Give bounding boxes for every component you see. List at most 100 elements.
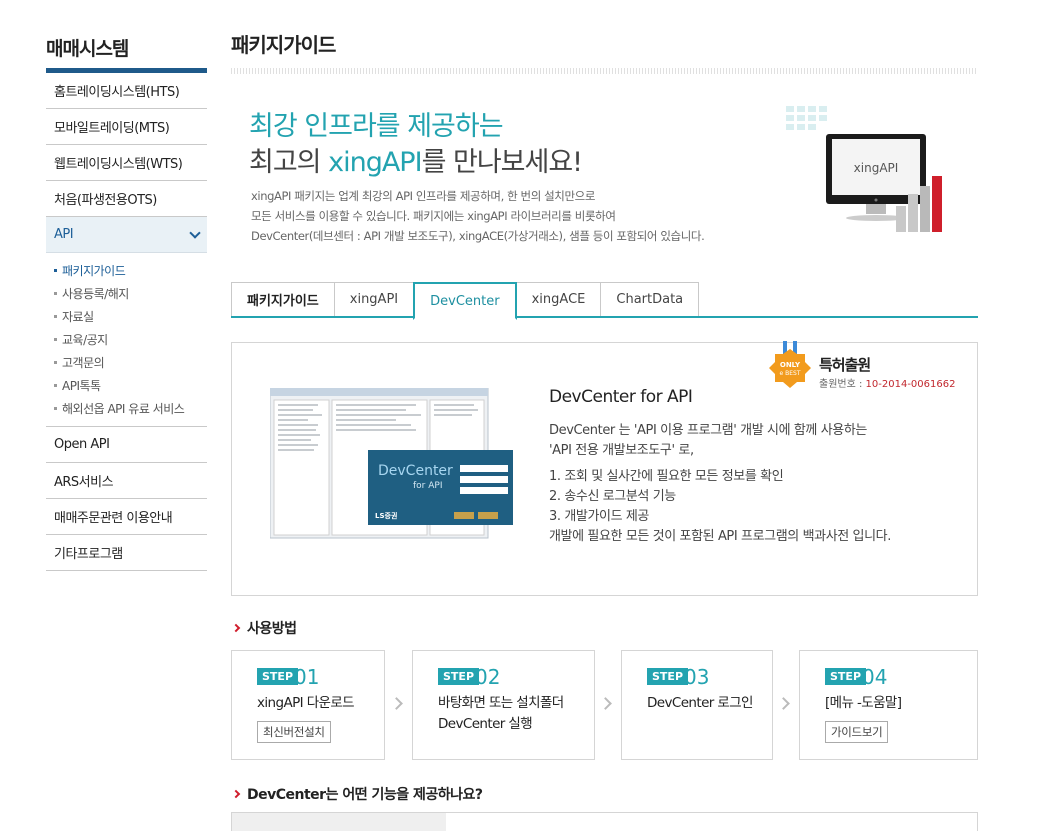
sidebar-sub-registration[interactable]: 사용등록/해지: [54, 282, 207, 305]
usage-heading-text: 사용방법: [247, 621, 297, 637]
step-card-4: STEP 04 [메뉴 -도움말] 가이드보기: [799, 650, 978, 760]
monitor-label: xingAPI: [854, 161, 899, 175]
sidebar-sub-label: 패키지가이드: [62, 264, 126, 278]
hero-headline-2-pre: 최고의: [249, 147, 329, 178]
chevron-right-icon: [231, 623, 241, 633]
sidebar-item-etc[interactable]: 기타프로그램: [46, 535, 207, 571]
main-content: 패키지가이드 최강 인프라를 제공하는 최고의 xingAPI를 만나보세요! …: [231, 26, 978, 831]
patent-title: 특허출원: [819, 356, 871, 374]
bullet-icon: [54, 269, 57, 272]
devcenter-feature-item: 1. 조회 및 실사간에 필요한 모든 정보를 확인: [549, 469, 784, 484]
bullet-icon: [54, 292, 57, 295]
tab-bar: 패키지가이드 xingAPI DevCenter xingACE ChartDa…: [231, 282, 978, 320]
step-number: 04: [862, 665, 888, 689]
sidebar-item-order-guide[interactable]: 매매주문관련 이용안내: [46, 499, 207, 535]
step-label: xingAPI 다운로드: [257, 693, 355, 714]
hero-description: xingAPI 패키지는 업계 최강의 API 인프라를 제공하며, 한 번의 …: [251, 186, 771, 246]
patent-number: 출원번호 : 10-2014-0061662: [819, 375, 955, 390]
step-label-line: [메뉴 -도움말]: [825, 695, 902, 711]
hero-desc-line: xingAPI 패키지는 업계 최강의 API 인프라를 제공하며, 한 번의 …: [251, 189, 596, 203]
tab-xingace[interactable]: xingACE: [515, 282, 602, 316]
step-badge: STEP: [257, 668, 299, 685]
hero-headline-2-highlight: xingAPI: [328, 147, 422, 178]
hero-desc-line: DevCenter(데브센터 : API 개발 보조도구), xingACE(가…: [251, 229, 705, 243]
view-guide-button[interactable]: 가이드보기: [825, 721, 889, 743]
devcenter-desc-line: DevCenter 는 'API 이용 프로그램' 개발 시에 함께 사용하는: [549, 423, 867, 438]
step-label-line: xingAPI 다운로드: [257, 695, 355, 711]
step-label-line: DevCenter 로그인: [647, 695, 753, 711]
chevron-right-icon: [599, 697, 612, 710]
chevron-right-icon: [231, 789, 241, 799]
sidebar-item-mts[interactable]: 모바일트레이딩(MTS): [46, 109, 207, 145]
step-number: 03: [684, 665, 710, 689]
tab-package-guide[interactable]: 패키지가이드: [231, 282, 335, 316]
step-card-2: STEP 02 바탕화면 또는 설치폴더 DevCenter 실행: [412, 650, 595, 760]
install-latest-button[interactable]: 최신버전설치: [257, 721, 331, 743]
sidebar-sub-resources[interactable]: 자료실: [54, 305, 207, 328]
monitor-chart-illustration: xingAPI: [786, 106, 942, 232]
chevron-right-icon: [777, 697, 790, 710]
tab-xingapi[interactable]: xingAPI: [333, 282, 415, 316]
devcenter-desc-line: 개발에 필요한 모든 것이 포함된 API 프로그램의 백과사전 입니다.: [549, 529, 891, 544]
usage-heading: 사용방법: [231, 618, 978, 638]
devcenter-screenshot: DevCenter for API LS증권: [270, 388, 513, 539]
screenshot-subtitle-text: for API: [413, 481, 442, 491]
sidebar-sub-label: 고객문의: [62, 356, 105, 370]
sidebar-sub-label: 교육/공지: [62, 333, 108, 347]
sidebar-item-ots[interactable]: 처음(파생전용OTS): [46, 181, 207, 217]
chevron-right-icon: [390, 697, 403, 710]
screenshot-title-text: DevCenter: [378, 463, 453, 479]
page-title: 패키지가이드: [231, 33, 336, 57]
sidebar-sub-apitalk[interactable]: API톡톡: [54, 374, 207, 397]
usage-steps: STEP 01 xingAPI 다운로드 최신버전설치 STEP 02 바탕화면…: [231, 650, 978, 760]
sidebar-submenu: 패키지가이드 사용등록/해지 자료실 교육/공지 고객문의 API톡톡 해외선옵…: [46, 253, 207, 427]
step-badge: STEP: [438, 668, 480, 685]
bullet-icon: [54, 338, 57, 341]
sidebar-sub-label: 자료실: [62, 310, 94, 324]
tab-devcenter[interactable]: DevCenter: [413, 282, 517, 320]
sidebar-sub-overseas[interactable]: 해외선옵 API 유료 서비스: [54, 397, 207, 420]
screenshot-logo-text: LS증권: [375, 511, 397, 520]
step-badge: STEP: [825, 668, 867, 685]
sidebar-sub-inquiry[interactable]: 고객문의: [54, 351, 207, 374]
devcenter-desc-line: 'API 전용 개발보조도구' 로,: [549, 443, 694, 458]
sidebar-sub-education[interactable]: 교육/공지: [54, 328, 207, 351]
sidebar-item-wts[interactable]: 웹트레이딩시스템(WTS): [46, 145, 207, 181]
bullet-icon: [54, 407, 57, 410]
devcenter-panel: ONLY e BEST 특허출원 출원번호 : 10-2014-0061662 …: [231, 341, 978, 596]
sidebar-sub-package-guide[interactable]: 패키지가이드: [54, 259, 207, 282]
devcenter-feature-item: 2. 송수신 로그분석 기능: [549, 489, 676, 504]
patent-number-label: 출원번호 :: [819, 379, 866, 390]
step-label-line: DevCenter 실행: [438, 716, 533, 732]
step-badge: STEP: [647, 668, 689, 685]
devcenter-feature-item: 3. 개발가이드 제공: [549, 509, 649, 524]
devcenter-description: DevCenter 는 'API 이용 프로그램' 개발 시에 함께 사용하는 …: [549, 421, 891, 547]
step-card-3: STEP 03 DevCenter 로그인: [621, 650, 773, 760]
step-number: 02: [475, 665, 501, 689]
sidebar: 매매시스템 홈트레이딩시스템(HTS) 모바일트레이딩(MTS) 웹트레이딩시스…: [46, 30, 207, 571]
chevron-down-icon: [189, 226, 201, 239]
step-label: [메뉴 -도움말]: [825, 693, 902, 714]
sidebar-item-hts[interactable]: 홈트레이딩시스템(HTS): [46, 73, 207, 109]
features-heading: DevCenter는 어떤 기능을 제공하나요?: [231, 784, 978, 804]
patent-number-value: 10-2014-0061662: [865, 379, 956, 390]
step-label: DevCenter 로그인: [647, 693, 753, 714]
award-badge-icon: ONLY e BEST: [769, 341, 811, 388]
sidebar-item-api[interactable]: API: [46, 217, 207, 253]
sidebar-sub-label: 사용등록/해지: [62, 287, 129, 301]
tab-chartdata[interactable]: ChartData: [600, 282, 700, 316]
sidebar-title: 매매시스템: [46, 38, 129, 60]
features-panel: [231, 812, 978, 831]
sidebar-item-ars[interactable]: ARS서비스: [46, 463, 207, 499]
hero-desc-line: 모든 서비스를 이용할 수 있습니다. 패키지에는 xingAPI 라이브러리를…: [251, 209, 616, 223]
sidebar-item-open-api[interactable]: Open API: [46, 427, 207, 463]
bullet-icon: [54, 361, 57, 364]
hero-banner: 최강 인프라를 제공하는 최고의 xingAPI를 만나보세요! xingAPI…: [231, 74, 978, 282]
hero-headline-2: 최고의 xingAPI를 만나보세요!: [249, 140, 583, 179]
sidebar-sub-label: 해외선옵 API 유료 서비스: [62, 402, 185, 416]
devcenter-title: DevCenter for API: [549, 387, 693, 407]
badge-text: ONLY: [780, 361, 801, 369]
patent-badge: ONLY e BEST 특허출원 출원번호 : 10-2014-0061662: [767, 341, 967, 396]
features-tab[interactable]: [232, 813, 446, 831]
bullet-icon: [54, 315, 57, 318]
